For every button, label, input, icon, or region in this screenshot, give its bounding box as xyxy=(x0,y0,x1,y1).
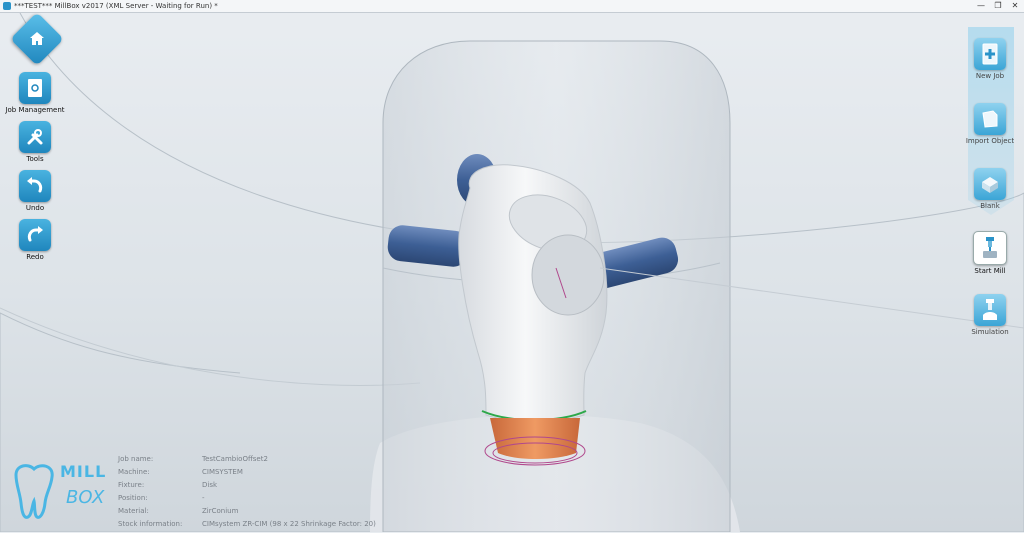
blank-icon xyxy=(982,177,998,193)
position-key: Position: xyxy=(118,494,148,502)
job-name-value: TestCambioOffset2 xyxy=(202,455,268,463)
home-button[interactable] xyxy=(10,12,64,66)
job-management-label: Job Management xyxy=(5,106,65,114)
3d-viewport[interactable] xyxy=(0,13,1024,532)
import-object-button[interactable]: Import Object xyxy=(960,103,1020,145)
fixture-value: Disk xyxy=(202,481,218,489)
tools-label: Tools xyxy=(26,155,44,163)
minimize-button[interactable]: — xyxy=(973,0,989,11)
job-management-button[interactable]: Job Management xyxy=(0,72,70,114)
start-mill-label: Start Mill xyxy=(974,267,1006,275)
home-icon xyxy=(30,32,44,45)
tools-button[interactable]: Tools xyxy=(0,121,70,163)
fixture-key: Fixture: xyxy=(118,481,145,489)
job-name-key: Job name: xyxy=(118,455,154,463)
position-value: - xyxy=(202,494,205,502)
stock-information-key: Stock information: xyxy=(118,520,183,528)
close-button[interactable]: ✕ xyxy=(1007,0,1023,11)
new-job-button[interactable]: New Job xyxy=(960,38,1020,80)
redo-icon xyxy=(27,226,43,242)
machine-key: Machine: xyxy=(118,468,150,476)
simulation-button[interactable]: Simulation xyxy=(960,294,1020,336)
import-object-icon xyxy=(982,110,998,128)
simulation-icon xyxy=(983,299,997,320)
millbox-logo: MILL BOX xyxy=(10,462,110,523)
window-title: ***TEST*** MillBox v2017 (XML Server - W… xyxy=(14,2,218,10)
scene-canvas xyxy=(0,13,1024,532)
blank-label: Blank xyxy=(980,202,1000,210)
redo-button[interactable]: Redo xyxy=(0,219,70,261)
start-mill-icon xyxy=(983,237,997,258)
redo-label: Redo xyxy=(26,253,44,261)
undo-icon xyxy=(27,177,43,193)
title-bar: ***TEST*** MillBox v2017 (XML Server - W… xyxy=(0,0,1024,13)
maximize-button[interactable]: ❐ xyxy=(990,0,1006,11)
logo-box-text: BOX xyxy=(66,487,105,508)
stock-information-value: CIMsystem ZR-CIM (98 x 22 Shrinkage Fact… xyxy=(202,520,376,528)
undo-button[interactable]: Undo xyxy=(0,170,70,212)
tooth-logo-icon xyxy=(14,464,54,519)
machine-value: CIMSYSTEM xyxy=(202,468,243,476)
new-job-icon xyxy=(982,43,998,65)
start-mill-button[interactable]: Start Mill xyxy=(960,231,1020,275)
undo-label: Undo xyxy=(25,204,45,212)
tools-icon xyxy=(27,129,43,145)
import-object-label: Import Object xyxy=(965,137,1015,145)
blank-button[interactable]: Blank xyxy=(960,168,1020,210)
material-value: ZirConium xyxy=(202,507,239,515)
material-key: Material: xyxy=(118,507,149,515)
logo-mill-text: MILL xyxy=(60,462,107,481)
simulation-label: Simulation xyxy=(971,328,1009,336)
job-management-icon xyxy=(28,79,42,97)
new-job-label: New Job xyxy=(975,72,1005,80)
app-icon xyxy=(3,2,11,10)
